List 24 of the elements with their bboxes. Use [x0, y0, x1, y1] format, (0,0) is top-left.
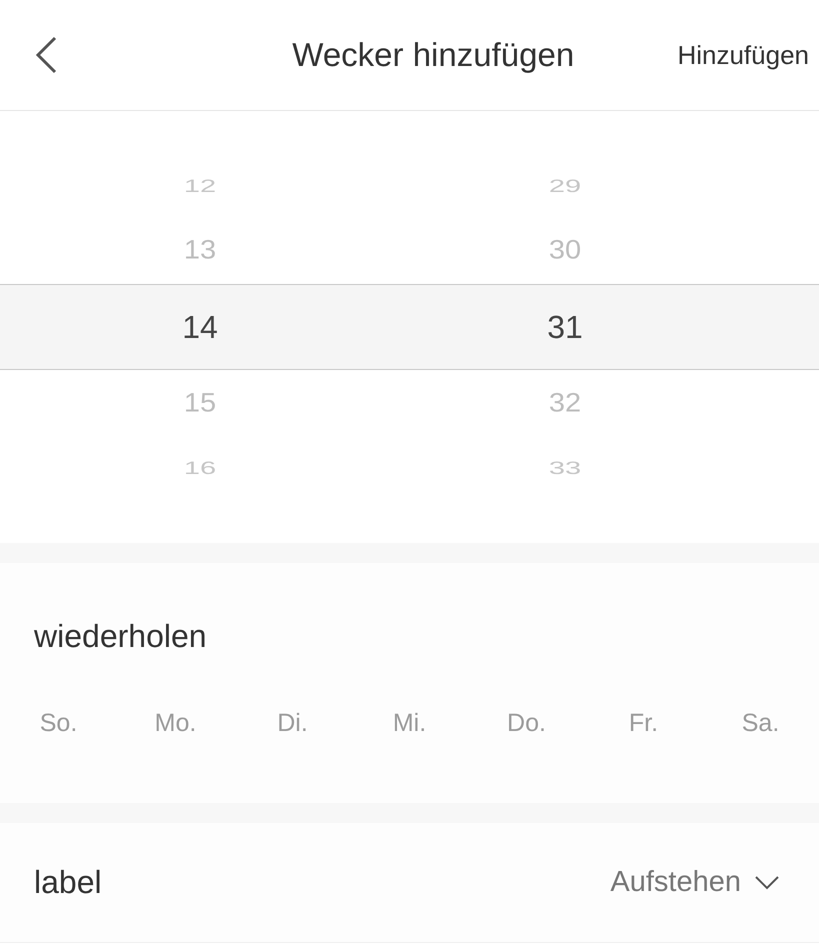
hour-option[interactable]: 15 — [184, 388, 216, 419]
back-icon[interactable] — [33, 35, 59, 75]
section-title: wiederholen — [33, 617, 208, 656]
minute-option[interactable]: 32 — [548, 388, 582, 419]
hour-option[interactable]: 16 — [184, 458, 216, 478]
weekday-toggle[interactable]: So. — [34, 705, 84, 742]
label-dropdown[interactable]: Aufstehen — [610, 866, 779, 899]
add-button[interactable]: Hinzufügen — [677, 40, 819, 70]
weekday-toggle[interactable]: Sa. — [736, 705, 786, 742]
hour-option[interactable]: 14 — [182, 308, 218, 346]
minute-option[interactable]: 33 — [548, 458, 582, 478]
hour-option[interactable]: 13 — [184, 235, 216, 266]
field-label: label — [34, 864, 103, 901]
minute-option[interactable]: 30 — [548, 235, 582, 266]
chevron-down-icon — [755, 876, 779, 890]
weekday-toggle[interactable]: Di. — [271, 705, 314, 742]
weekday-toggle[interactable]: Do. — [501, 705, 552, 742]
minute-option[interactable]: 29 — [548, 176, 582, 196]
minute-option[interactable]: 31 — [547, 308, 583, 346]
page-title: Wecker hinzufügen — [291, 36, 576, 74]
weekday-toggle[interactable]: Mi. — [386, 705, 432, 742]
hour-option[interactable]: 12 — [184, 176, 216, 196]
weekday-toggle[interactable]: Mo. — [148, 705, 202, 742]
weekday-toggle[interactable]: Fr. — [622, 705, 664, 742]
